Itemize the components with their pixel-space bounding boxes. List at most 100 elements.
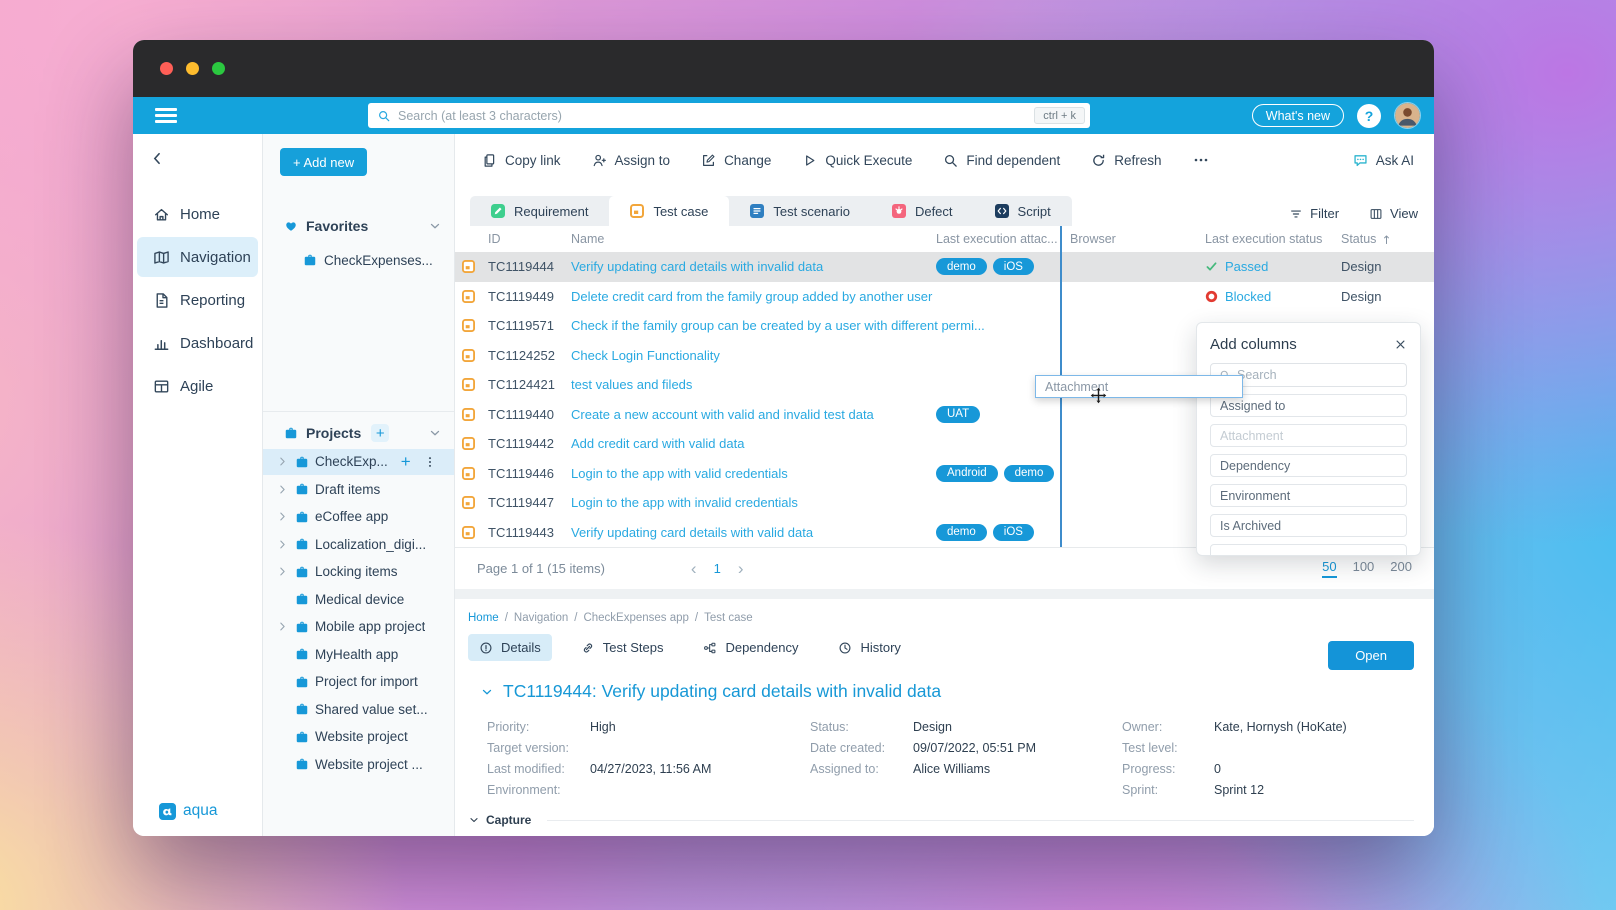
project-item-draft-items[interactable]: Draft items [263,476,454,502]
minimize-window-button[interactable] [186,62,199,75]
tab-label: Test case [653,204,708,219]
project-item-medical-device[interactable]: Medical device [263,586,454,612]
defect-icon [892,204,906,218]
project-item-locking-items[interactable]: Locking items [263,559,454,585]
view-button[interactable]: View [1369,206,1418,221]
add-new-button[interactable]: + Add new [280,148,367,176]
whats-new-button[interactable]: What's new [1252,104,1344,127]
project-item-localization-digi[interactable]: Localization_digi... [263,531,454,557]
row-tags: demoiOS [936,258,1070,275]
row-status: Design [1341,289,1420,304]
testcase-title[interactable]: TC1119444: Verify updating card details … [480,681,1414,702]
hamburger-menu-button[interactable] [155,108,177,123]
row-name-link[interactable]: Verify updating card details with valid … [571,525,936,540]
panel-divider [455,589,1434,599]
project-item-myhealth-app[interactable]: MyHealth app [263,641,454,667]
field-row: Sprint:Sprint 12 [1122,779,1414,800]
row-name-link[interactable]: Login to the app with invalid credential… [571,495,1070,510]
page-size-200[interactable]: 200 [1390,559,1412,578]
column-header-name[interactable]: Name [571,232,936,246]
zoom-window-button[interactable] [212,62,225,75]
next-page-button[interactable]: › [738,559,744,579]
row-name-link[interactable]: Check if the family group can be created… [571,318,1070,333]
column-option-is-archived[interactable]: Is Archived [1210,514,1407,537]
favorites-section-header[interactable]: Favorites [284,218,442,234]
expand-chevron-icon[interactable] [276,455,289,468]
global-search-input[interactable]: Search (at least 3 characters) ctrl + k [368,103,1090,128]
column-option-dependency[interactable]: Dependency [1210,454,1407,477]
prev-page-button[interactable]: ‹ [691,559,697,579]
user-avatar[interactable] [1394,102,1421,129]
row-type-cell [462,290,488,303]
toolbar-action-quick-execute[interactable]: Quick Execute [802,153,912,168]
expand-chevron-icon[interactable] [276,510,289,523]
toolbar-action-find-dependent[interactable]: Find dependent [943,153,1060,168]
sidebar-item-home[interactable]: Home [137,194,258,234]
sidebar-item-navigation[interactable]: Navigation [137,237,258,277]
tab-test-scenario[interactable]: Test scenario [729,196,871,226]
breadcrumb-home-link[interactable]: Home [468,612,499,624]
chevron-down-icon[interactable] [428,426,442,440]
page-size-50[interactable]: 50 [1322,559,1336,578]
column-header-status[interactable]: Status [1341,232,1420,246]
toolbar-action-refresh[interactable]: Refresh [1091,153,1161,168]
projects-section-header[interactable]: Projects + [284,424,442,442]
help-button[interactable]: ? [1357,104,1381,128]
expand-chevron-icon[interactable] [276,565,289,578]
close-window-button[interactable] [160,62,173,75]
close-popup-button[interactable] [1394,338,1407,351]
favorite-item-checkexpenses[interactable]: CheckExpenses... [263,247,454,273]
tab-test-case[interactable]: Test case [609,196,729,226]
expand-chevron-icon[interactable] [276,620,289,633]
project-menu-button[interactable] [423,455,437,469]
toolbar-action-assign-to[interactable]: Assign to [592,153,671,168]
tab-script[interactable]: Script [974,196,1072,226]
project-item-website-project[interactable]: Website project [263,724,454,750]
detail-tab-dependency[interactable]: Dependency [692,634,809,661]
detail-tab-history[interactable]: History [827,634,911,661]
project-item-ecoffee-app[interactable]: eCoffee app [263,504,454,530]
project-item-shared-value-set[interactable]: Shared value set... [263,696,454,722]
column-header-last-execution-attac[interactable]: Last execution attac... [936,232,1070,246]
row-name-link[interactable]: Login to the app with valid credentials [571,466,936,481]
add-item-button[interactable]: + [401,453,411,470]
page-size-100[interactable]: 100 [1353,559,1375,578]
collapse-sidebar-button[interactable] [149,150,166,167]
row-name-link[interactable]: test values and fileds [571,377,1070,392]
column-option-environment[interactable]: Environment [1210,484,1407,507]
column-option-attachment[interactable]: Attachment [1210,424,1407,447]
expand-chevron-icon[interactable] [276,483,289,496]
expand-chevron-icon[interactable] [276,538,289,551]
tab-defect[interactable]: Defect [871,196,974,226]
tab-requirement[interactable]: Requirement [470,196,609,226]
project-item-website-project[interactable]: Website project ... [263,751,454,777]
project-item-checkexp[interactable]: CheckExp...+ [263,449,454,475]
add-project-button[interactable]: + [371,424,389,442]
row-name-link[interactable]: Create a new account with valid and inva… [571,407,936,422]
row-name-link[interactable]: Check Login Functionality [571,348,1070,363]
sidebar-item-reporting[interactable]: Reporting [137,280,258,320]
toolbar-action-copy-link[interactable]: Copy link [482,153,561,168]
capture-section-toggle[interactable]: Capture [468,813,1414,827]
project-item-project-for-import[interactable]: Project for import [263,669,454,695]
filter-button[interactable]: Filter [1289,206,1339,221]
chevron-down-icon[interactable] [428,219,442,233]
ask-ai-button[interactable]: Ask AI [1353,153,1414,168]
column-header-id[interactable]: ID [488,232,571,246]
open-button[interactable]: Open [1328,641,1414,670]
column-header-browser[interactable]: Browser [1070,232,1205,246]
detail-tab-details[interactable]: Details [468,634,552,661]
table-row[interactable]: TC1119449Delete credit card from the fam… [455,282,1434,312]
detail-tab-test-steps[interactable]: Test Steps [570,634,675,661]
sidebar-item-agile[interactable]: Agile [137,366,258,406]
more-actions-button[interactable] [1193,152,1209,168]
row-name-link[interactable]: Add credit card with valid data [571,436,1070,451]
column-header-last-execution-status[interactable]: Last execution status [1205,232,1341,246]
sidebar-item-dashboard[interactable]: Dashboard [137,323,258,363]
page-number[interactable]: 1 [714,561,721,576]
table-row[interactable]: TC1119444Verify updating card details wi… [455,252,1434,282]
toolbar-action-change[interactable]: Change [701,153,771,168]
row-name-link[interactable]: Verify updating card details with invali… [571,259,936,274]
project-item-mobile-app-project[interactable]: Mobile app project [263,614,454,640]
row-name-link[interactable]: Delete credit card from the family group… [571,289,1070,304]
